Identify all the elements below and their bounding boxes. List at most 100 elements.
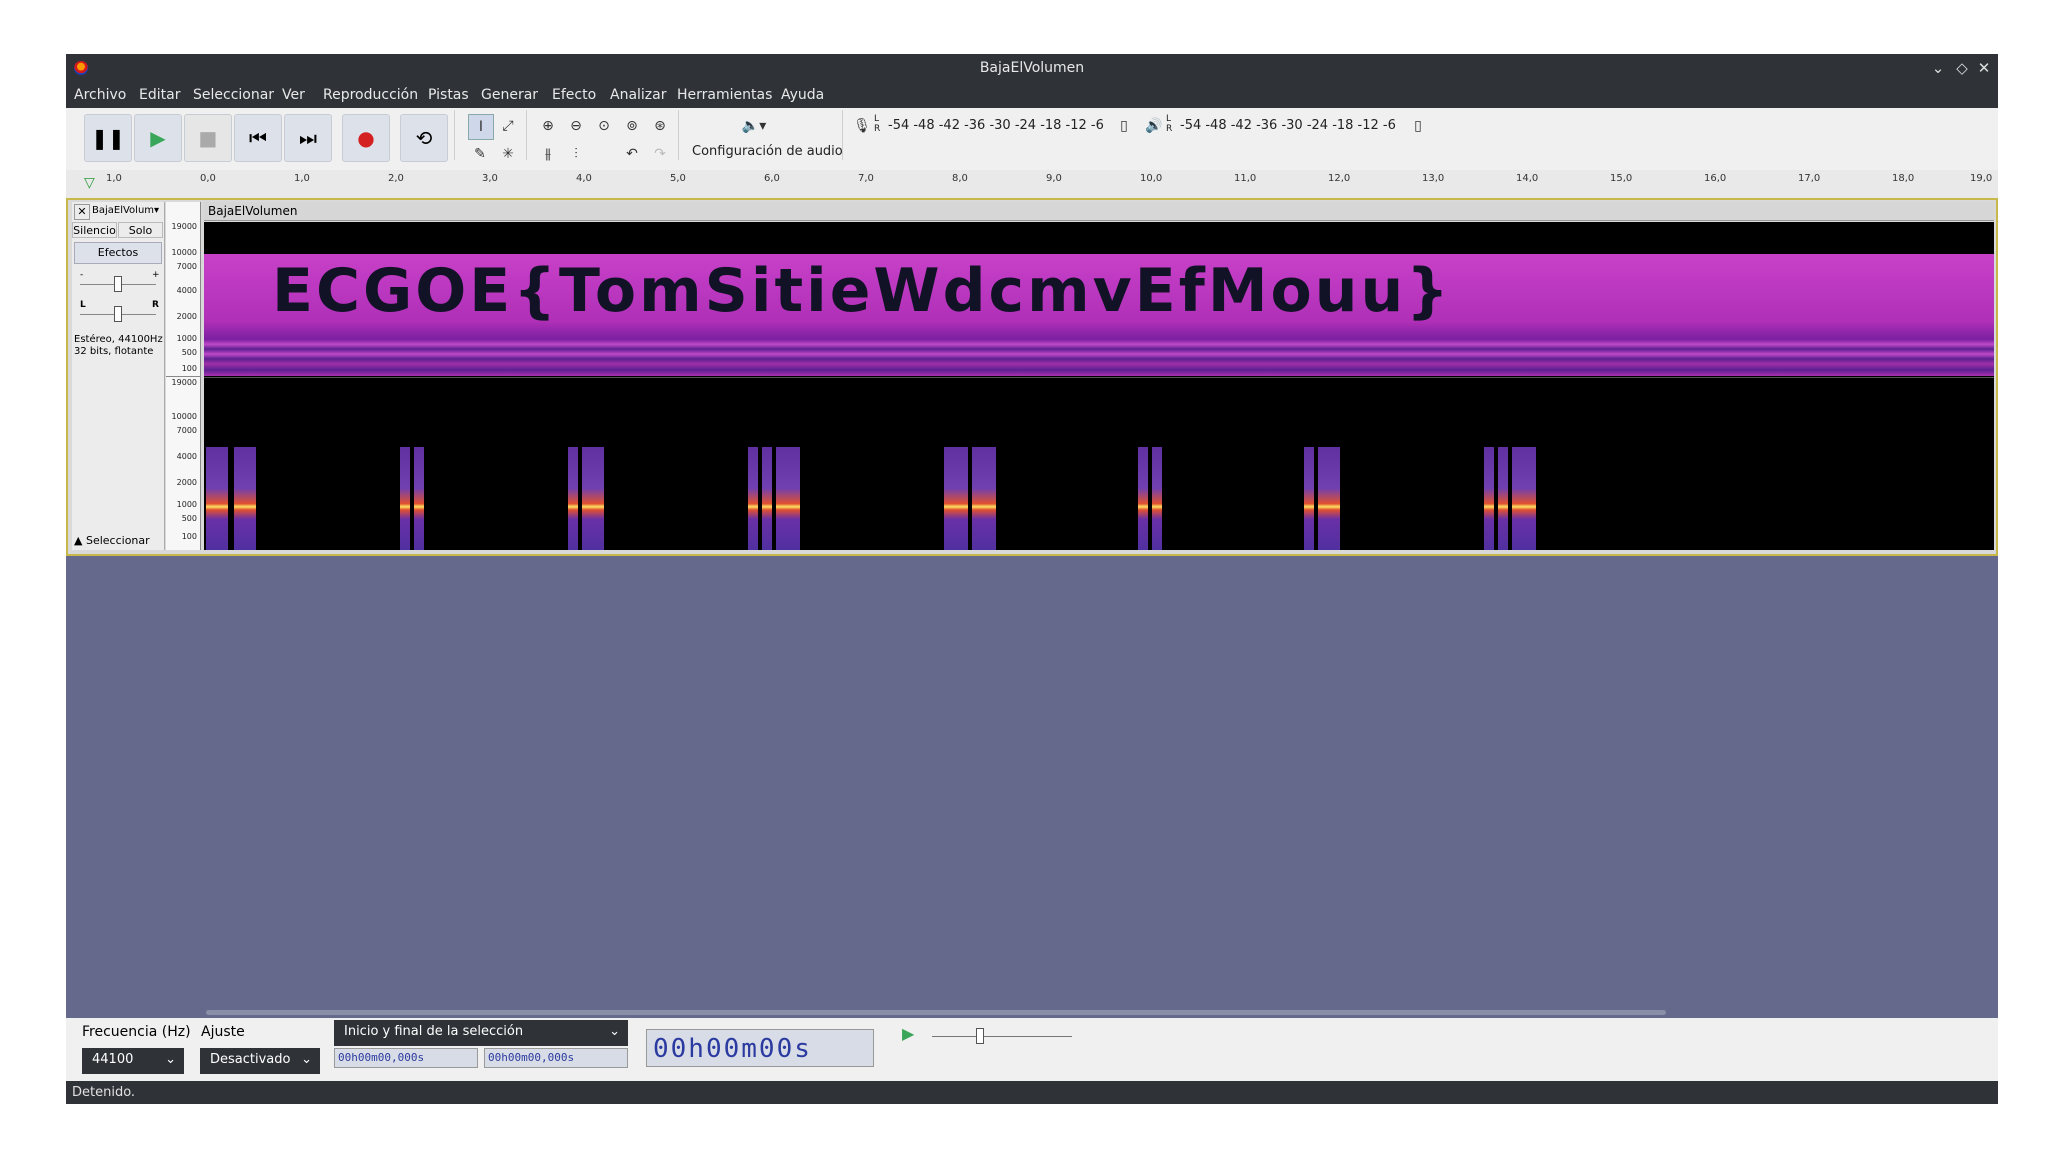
zoom-out-icon[interactable]: ⊖ bbox=[564, 114, 588, 138]
tick-label: 1,0 bbox=[294, 173, 310, 184]
menu-reproduccion[interactable]: Reproducción bbox=[323, 82, 418, 108]
menu-seleccionar[interactable]: Seleccionar bbox=[193, 82, 274, 108]
skip-start-icon: ⏮ bbox=[249, 126, 267, 150]
format-line-2: 32 bits, flotante bbox=[74, 346, 154, 357]
record-button[interactable]: ● bbox=[342, 114, 390, 162]
spectrogram[interactable]: ECGOE{TomSitieWdcmvEfMouu} bbox=[204, 222, 1994, 550]
pause-button[interactable]: ❚❚ bbox=[84, 114, 132, 162]
app-window: BajaElVolumen ⌄ ◇ ✕ Archivo Editar Selec… bbox=[66, 54, 1998, 1104]
triangle-up-icon: ▲ bbox=[74, 534, 86, 547]
play-meter-slider-icon[interactable]: ▯ bbox=[1406, 114, 1430, 138]
play-head-icon: ▽ bbox=[84, 175, 95, 191]
rec-meter-slider-icon[interactable]: ▯ bbox=[1112, 114, 1136, 138]
playback-speed-slider[interactable] bbox=[932, 1036, 1072, 1037]
skip-to-start-button[interactable]: ⏮ bbox=[234, 114, 282, 162]
mute-button[interactable]: Silencio bbox=[72, 222, 117, 238]
freq-label: 500 bbox=[181, 514, 197, 523]
menu-generar[interactable]: Generar bbox=[481, 82, 538, 108]
freq-label: 19000 bbox=[171, 378, 197, 387]
track[interactable]: ✕ BajaElVolum▾ Silencio Solo Efectos - +… bbox=[66, 198, 1998, 556]
zoom-toggle-icon[interactable]: ⊛ bbox=[648, 114, 672, 138]
envelope-tool-icon[interactable]: ⤢ bbox=[496, 114, 520, 138]
audio-burst bbox=[1484, 447, 1494, 550]
effects-button[interactable]: Efectos bbox=[74, 242, 162, 264]
maximize-icon[interactable]: ◇ bbox=[1950, 54, 1974, 82]
menu-archivo[interactable]: Archivo bbox=[74, 82, 126, 108]
stop-button[interactable]: ■ bbox=[184, 114, 232, 162]
microphone-icon[interactable]: 🎙 bbox=[850, 114, 874, 138]
silence-icon[interactable]: ⫶ bbox=[564, 142, 588, 166]
selection-mode-select[interactable]: Inicio y final de la selección ⌄ bbox=[334, 1020, 628, 1046]
menu-herramientas[interactable]: Herramientas bbox=[677, 82, 772, 108]
tick-label: 7,0 bbox=[858, 173, 874, 184]
close-track-icon[interactable]: ✕ bbox=[74, 204, 90, 220]
horizontal-scrollbar[interactable] bbox=[206, 1010, 1666, 1015]
audio-burst bbox=[1498, 447, 1508, 550]
undo-icon[interactable]: ↶ bbox=[620, 142, 644, 166]
audio-setup-button[interactable]: Configuración de audio bbox=[692, 144, 843, 159]
freq-label: 2000 bbox=[176, 312, 197, 321]
minimize-icon[interactable]: ⌄ bbox=[1926, 54, 1950, 82]
audio-burst bbox=[1138, 447, 1148, 550]
menu-efecto[interactable]: Efecto bbox=[552, 82, 596, 108]
selection-start-time[interactable]: 00h00m00,000s bbox=[334, 1048, 478, 1068]
close-icon[interactable]: ✕ bbox=[1972, 54, 1996, 82]
menu-ayuda[interactable]: Ayuda bbox=[781, 82, 824, 108]
snap-select[interactable]: Desactivado ⌄ bbox=[200, 1048, 320, 1074]
select-label: Seleccionar bbox=[85, 534, 150, 547]
play-button[interactable]: ▶ bbox=[134, 114, 182, 162]
multi-tool-icon[interactable]: ✳ bbox=[496, 142, 520, 166]
tick-label: 18,0 bbox=[1892, 173, 1915, 184]
play-icon: ▶ bbox=[150, 126, 166, 150]
recording-meter[interactable]: -54 -48 -42 -36 -30 -24 -18 -12 -6 bbox=[888, 118, 1104, 133]
gain-slider-thumb[interactable] bbox=[114, 276, 122, 292]
solo-button[interactable]: Solo bbox=[118, 222, 163, 238]
time-display[interactable]: 00h00m00s bbox=[646, 1029, 874, 1067]
track-name-menu[interactable]: BajaElVolum▾ bbox=[92, 204, 162, 218]
audio-burst bbox=[748, 447, 758, 550]
rate-select[interactable]: 44100 ⌄ bbox=[82, 1048, 184, 1074]
selection-end-time[interactable]: 00h00m00,000s bbox=[484, 1048, 628, 1068]
redo-icon[interactable]: ↷ bbox=[648, 142, 672, 166]
menu-bar: Archivo Editar Seleccionar Ver Reproducc… bbox=[66, 82, 1998, 108]
menu-analizar[interactable]: Analizar bbox=[610, 82, 667, 108]
fit-selection-icon[interactable]: ⊙ bbox=[592, 114, 616, 138]
zoom-in-icon[interactable]: ⊕ bbox=[536, 114, 560, 138]
rec-meter-channels: LR bbox=[874, 114, 881, 134]
skip-to-end-button[interactable]: ⏭ bbox=[284, 114, 332, 162]
frequency-scale[interactable]: 19000 10000 7000 4000 2000 1000 500 100 … bbox=[166, 202, 201, 550]
speaker-icon[interactable]: 🔊 bbox=[1142, 114, 1166, 138]
trim-icon[interactable]: ⫵ bbox=[536, 142, 560, 166]
track-control-panel: ✕ BajaElVolum▾ Silencio Solo Efectos - +… bbox=[72, 202, 165, 550]
tick-label: 17,0 bbox=[1798, 173, 1821, 184]
menu-editar[interactable]: Editar bbox=[139, 82, 180, 108]
chevron-down-icon: ▾ bbox=[154, 205, 160, 216]
freq-label: 1000 bbox=[176, 334, 197, 343]
fit-project-icon[interactable]: ⊚ bbox=[620, 114, 644, 138]
tick-label: 3,0 bbox=[482, 173, 498, 184]
freq-label: 10000 bbox=[171, 412, 197, 421]
play-at-speed-icon[interactable]: ▶ bbox=[902, 1024, 914, 1043]
select-track-button[interactable]: ▲ Seleccionar bbox=[74, 534, 150, 547]
tick-label: 16,0 bbox=[1704, 173, 1727, 184]
clip-name-bar[interactable]: BajaElVolumen bbox=[204, 202, 1994, 221]
menu-ver[interactable]: Ver bbox=[282, 82, 305, 108]
loop-icon: ⟲ bbox=[415, 126, 433, 150]
selection-tool-icon[interactable]: I bbox=[468, 114, 494, 140]
audio-burst bbox=[1152, 447, 1162, 550]
freq-label: 4000 bbox=[176, 286, 197, 295]
gain-minus-label: - bbox=[80, 270, 84, 280]
freq-label: 100 bbox=[181, 532, 197, 541]
audio-setup-icon[interactable]: 🔈▾ bbox=[734, 114, 774, 138]
audio-burst bbox=[1318, 447, 1340, 550]
loop-button[interactable]: ⟲ bbox=[400, 114, 448, 162]
tick-label: 5,0 bbox=[670, 173, 686, 184]
speed-slider-thumb[interactable] bbox=[976, 1028, 984, 1044]
tick-label: 1,0 bbox=[106, 173, 122, 184]
timeline-ruler[interactable]: ▽ 1,0 0,0 1,0 2,0 3,0 4,0 5,0 6,0 7,0 8,… bbox=[66, 170, 1998, 201]
draw-tool-icon[interactable]: ✎ bbox=[468, 142, 492, 166]
playback-meter[interactable]: -54 -48 -42 -36 -30 -24 -18 -12 -6 bbox=[1180, 118, 1396, 133]
pan-slider-thumb[interactable] bbox=[114, 306, 122, 322]
menu-pistas[interactable]: Pistas bbox=[428, 82, 469, 108]
record-icon: ● bbox=[357, 126, 375, 150]
